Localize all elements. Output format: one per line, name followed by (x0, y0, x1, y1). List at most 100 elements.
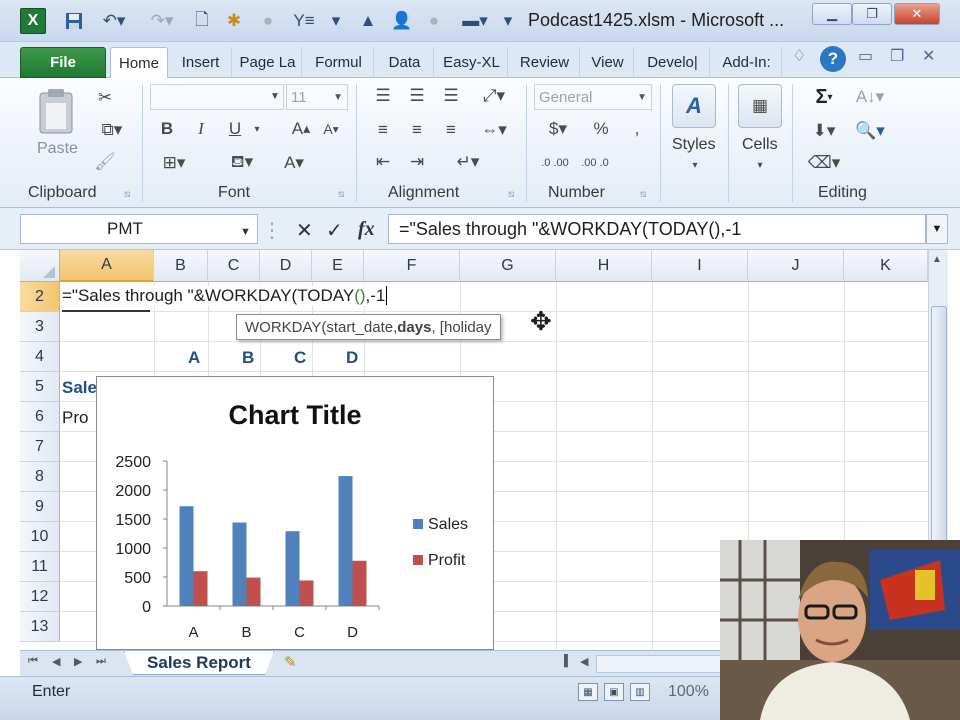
minimize-ribbon-icon[interactable]: ♢ (792, 46, 806, 66)
bold-button[interactable]: B (154, 116, 180, 142)
tab-formulas[interactable]: Formul (304, 47, 374, 78)
zoom-level[interactable]: 100% (668, 683, 709, 701)
number-launcher-icon[interactable]: ⧅ (640, 189, 646, 200)
clipboard-launcher-icon[interactable]: ⧅ (124, 189, 130, 200)
tab-data[interactable]: Data (376, 47, 434, 78)
row-header-3[interactable]: 3 (20, 312, 60, 342)
format-painter-icon[interactable]: 🖌 (92, 150, 118, 174)
font-name-dropdown-icon[interactable]: ▼ (268, 88, 282, 104)
window-restore-icon[interactable]: ❐ (890, 46, 904, 66)
column-header-j[interactable]: J (748, 250, 844, 282)
align-right-icon[interactable]: ≡ (438, 118, 464, 142)
grow-font-icon[interactable]: A ▴ (288, 116, 314, 142)
alignment-launcher-icon[interactable]: ⧅ (508, 189, 514, 200)
font-color-icon[interactable]: A▾ (274, 150, 314, 176)
row-header-8[interactable]: 8 (20, 462, 60, 492)
cell-b4[interactable]: A (188, 348, 200, 368)
tab-home[interactable]: Home (110, 47, 168, 79)
currency-button[interactable]: $ ▾ (538, 116, 578, 142)
row-header-7[interactable]: 7 (20, 432, 60, 462)
borders-icon[interactable]: ⊞▾ (154, 150, 194, 176)
help-icon[interactable]: ? (820, 46, 846, 72)
cell-d4[interactable]: C (294, 348, 306, 368)
align-bottom-icon[interactable]: ☰ (438, 84, 464, 108)
enter-button[interactable]: ✓ (326, 218, 343, 243)
cells-label[interactable]: Cells (742, 136, 778, 154)
page-layout-view-icon[interactable]: ▣ (604, 683, 624, 701)
orientation-icon[interactable]: ⤢▾ (474, 84, 514, 108)
row-header-11[interactable]: 11 (20, 552, 60, 582)
cells-dropdown-icon[interactable]: ▾ (753, 158, 767, 172)
number-format-combo[interactable]: General ▼ (534, 84, 652, 110)
styles-label[interactable]: Styles (672, 136, 716, 154)
wrap-text-icon[interactable]: ↵▾ (448, 150, 488, 174)
minimize-button[interactable]: ▁ (812, 3, 852, 25)
column-header-g[interactable]: G (460, 250, 556, 282)
cell-a6[interactable]: Pro (62, 408, 88, 428)
tab-developer[interactable]: Develo| (636, 47, 710, 78)
page-break-view-icon[interactable]: ▥ (630, 683, 650, 701)
tab-split-handle-icon[interactable]: ▌ (564, 655, 572, 667)
row-header-10[interactable]: 10 (20, 522, 60, 552)
clear-icon[interactable]: ⌫▾ (804, 150, 844, 176)
prev-sheet-icon[interactable]: ◀ (52, 655, 60, 668)
name-box[interactable]: PMT (20, 214, 258, 244)
decrease-decimal-button[interactable]: .00 .0 (578, 150, 612, 176)
formula-input[interactable]: ="Sales through "&WORKDAY(TODAY(),-1 (388, 214, 926, 244)
first-sheet-icon[interactable]: ⏮ (28, 655, 38, 668)
window-close-icon[interactable]: ✕ (922, 46, 935, 66)
person-icon[interactable]: 👤 (390, 7, 414, 35)
tab-page-layout[interactable]: Page La (234, 47, 302, 78)
row-header-4[interactable]: 4 (20, 342, 60, 372)
filter-icon[interactable]: Y≡ (290, 7, 318, 35)
print-preview-icon[interactable]: 🗋 (190, 7, 214, 35)
undo-icon[interactable]: ↶▾ (94, 7, 134, 35)
normal-view-icon[interactable]: ▦ (578, 683, 598, 701)
next-sheet-icon[interactable]: ▶ (74, 655, 82, 668)
redo-icon[interactable]: ↷▾ (142, 7, 182, 35)
restore-button[interactable]: ❐ (852, 3, 892, 25)
tab-insert[interactable]: Insert (170, 47, 232, 78)
font-size-combo[interactable]: 11 ▼ (286, 84, 348, 110)
save-icon[interactable] (62, 7, 86, 35)
row-header-9[interactable]: 9 (20, 492, 60, 522)
customize-qat-icon[interactable]: ▾ (498, 7, 518, 35)
increase-indent-icon[interactable]: ⇥ (404, 150, 430, 174)
close-button[interactable]: ✕ (894, 3, 940, 25)
chart[interactable]: Chart Title 0 500 1000 1500 2000 2500 A B C D Sales… (96, 376, 494, 650)
last-sheet-icon[interactable]: ⏭ (96, 655, 106, 668)
align-center-icon[interactable]: ≡ (404, 118, 430, 142)
styles-icon[interactable]: A (672, 84, 716, 128)
row-header-6[interactable]: 6 (20, 402, 60, 432)
cut-icon[interactable]: ✂ (92, 86, 118, 110)
column-header-c[interactable]: C (208, 250, 260, 282)
expand-formula-bar-icon[interactable]: ▼ (926, 214, 948, 244)
tab-view[interactable]: View (582, 47, 634, 78)
scroll-up-icon[interactable]: ▲ (932, 254, 942, 265)
tab-easy-xl[interactable]: Easy-XL (436, 47, 508, 78)
tab-addins[interactable]: Add-In: (712, 47, 782, 78)
window-minimize-icon[interactable]: ▭ (858, 46, 873, 66)
excel-logo-icon[interactable]: X (20, 8, 46, 34)
cell-c4[interactable]: B (242, 348, 254, 368)
increase-decimal-button[interactable]: .0 .00 (538, 150, 572, 176)
merge-center-icon[interactable]: ⇔▾ (474, 118, 514, 142)
comma-style-icon[interactable]: , (624, 116, 650, 142)
column-header-i[interactable]: I (652, 250, 748, 282)
column-header-b[interactable]: B (154, 250, 208, 282)
underline-dropdown-icon[interactable]: ▾ (250, 116, 264, 142)
column-header-d[interactable]: D (260, 250, 312, 282)
qat-dropdown-icon[interactable]: ▾ (326, 7, 346, 35)
insert-function-button[interactable]: fx (358, 218, 375, 241)
underline-button[interactable]: U (222, 116, 248, 142)
decrease-indent-icon[interactable]: ⇤ (370, 150, 396, 174)
shrink-font-icon[interactable]: A ▾ (318, 116, 344, 142)
fill-icon[interactable]: ⬇▾ (804, 118, 844, 144)
column-header-f[interactable]: F (364, 250, 460, 282)
row-header-2[interactable]: 2 (20, 282, 60, 312)
tab-review[interactable]: Review (510, 47, 580, 78)
triangle-up-icon[interactable]: ▲ (356, 7, 380, 35)
cells-icon[interactable]: ▦ (738, 84, 782, 128)
font-name-combo[interactable] (150, 84, 284, 110)
column-header-h[interactable]: H (556, 250, 652, 282)
